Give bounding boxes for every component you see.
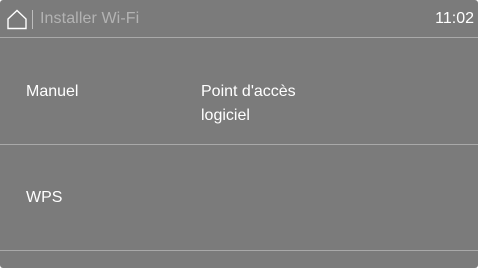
clock: 11:02 (435, 10, 474, 27)
title-separator (32, 10, 33, 29)
status-bar: Installer Wi-Fi 11:02 (0, 0, 478, 37)
home-icon[interactable] (6, 8, 28, 30)
header-divider (0, 37, 478, 38)
manual-option[interactable]: Manuel (26, 80, 78, 104)
wps-option[interactable]: WPS (26, 186, 62, 210)
soft-access-point-label-line2: logiciel (201, 107, 250, 124)
wifi-setup-screen: Installer Wi-Fi 11:02 Manuel Point d'acc… (0, 0, 478, 268)
row-divider (0, 250, 478, 251)
soft-access-point-label-line1: Point d'accès (201, 83, 296, 100)
screen-title: Installer Wi-Fi (40, 10, 140, 27)
soft-access-point-option[interactable]: Point d'accès logiciel (201, 80, 351, 128)
row-divider (0, 144, 478, 145)
